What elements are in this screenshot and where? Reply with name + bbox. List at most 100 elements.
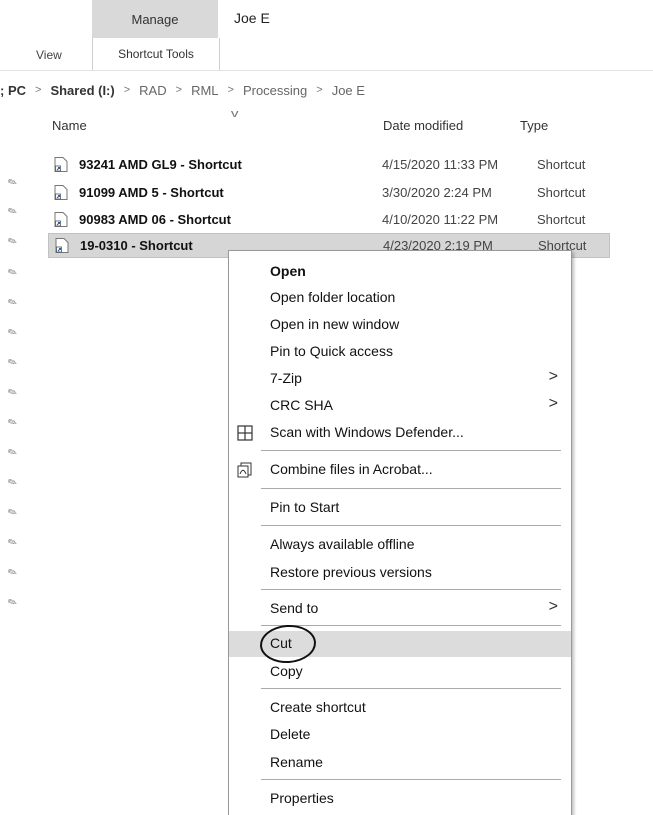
pin-icon[interactable]: ✎: [6, 355, 19, 371]
tab-view[interactable]: View: [36, 48, 62, 62]
column-header-type[interactable]: Type: [520, 118, 548, 133]
menu-item-pin-quick-access[interactable]: Pin to Quick access: [229, 339, 571, 365]
menu-item-label: Always available offline: [270, 536, 415, 552]
file-row[interactable]: 93241 AMD GL9 - Shortcut 4/15/2020 11:33…: [48, 153, 608, 176]
chevron-right-icon: >: [316, 84, 323, 96]
file-date: 3/30/2020 2:24 PM: [382, 185, 492, 200]
breadcrumb-item-current[interactable]: Joe E: [332, 83, 365, 98]
chevron-right-icon: >: [175, 84, 183, 96]
breadcrumb-item-rad[interactable]: RAD: [139, 83, 166, 98]
menu-item-create-shortcut[interactable]: Create shortcut: [229, 695, 571, 721]
shortcut-file-icon: [54, 157, 68, 172]
menu-item-label: Rename: [270, 754, 323, 770]
menu-item-combine-acrobat[interactable]: Combine files in Acrobat...: [229, 457, 571, 483]
context-menu: Open Open folder location Open in new wi…: [228, 250, 572, 815]
file-name: 90983 AMD 06 - Shortcut: [79, 212, 231, 227]
menu-separator: [261, 488, 561, 489]
menu-item-cut[interactable]: Cut: [229, 623, 571, 665]
menu-item-send-to[interactable]: Send to >: [229, 596, 571, 622]
file-type: Shortcut: [537, 157, 586, 172]
menu-separator: [261, 450, 561, 451]
tab-manage[interactable]: Manage: [92, 0, 218, 38]
menu-item-restore-versions[interactable]: Restore previous versions: [229, 560, 571, 586]
file-row[interactable]: 91099 AMD 5 - Shortcut 3/30/2020 2:24 PM…: [48, 181, 608, 204]
menu-item-label: Scan with Windows Defender...: [270, 424, 464, 440]
breadcrumb-item-pc[interactable]: ; PC: [0, 83, 26, 98]
submenu-arrow-icon: >: [548, 598, 558, 615]
column-header-date[interactable]: Date modified: [383, 118, 463, 133]
pin-icon[interactable]: ✎: [6, 505, 19, 521]
menu-item-scan-defender[interactable]: Scan with Windows Defender...: [229, 420, 571, 446]
column-header-name[interactable]: Name: [52, 118, 87, 133]
menu-item-label: Copy: [270, 663, 303, 679]
shortcut-file-icon: [54, 185, 68, 200]
pin-icon[interactable]: ✎: [6, 475, 19, 491]
menu-item-label: Properties: [270, 790, 334, 806]
menu-item-open[interactable]: Open: [229, 259, 571, 285]
ribbon-divider: [0, 70, 653, 71]
menu-item-open-folder-location[interactable]: Open folder location: [229, 285, 571, 311]
submenu-arrow-icon: >: [548, 368, 558, 385]
file-type: Shortcut: [537, 212, 586, 227]
menu-separator: [261, 525, 561, 526]
pin-icon[interactable]: ✎: [6, 204, 19, 220]
pin-icon[interactable]: ✎: [6, 445, 19, 461]
file-name: 93241 AMD GL9 - Shortcut: [79, 157, 242, 172]
breadcrumb-item-processing[interactable]: Processing: [243, 83, 307, 98]
submenu-arrow-icon: >: [548, 395, 558, 412]
menu-item-label: Send to: [270, 600, 319, 616]
pin-icon[interactable]: ✎: [6, 265, 19, 281]
breadcrumb: ; PC > Shared (I:) > RAD > RML > Process…: [0, 77, 653, 103]
menu-item-label: Create shortcut: [270, 699, 366, 715]
menu-item-label: 7-Zip: [270, 370, 302, 386]
menu-separator: [261, 625, 561, 626]
menu-item-always-offline[interactable]: Always available offline: [229, 532, 571, 558]
shortcut-file-icon: [55, 238, 69, 253]
menu-item-open-new-window[interactable]: Open in new window: [229, 312, 571, 338]
pin-icon[interactable]: ✎: [6, 565, 19, 581]
file-name: 91099 AMD 5 - Shortcut: [79, 185, 224, 200]
chevron-right-icon: >: [123, 84, 131, 96]
chevron-right-icon: >: [35, 84, 42, 96]
menu-separator: [261, 589, 561, 590]
breadcrumb-item-shared[interactable]: Shared (I:): [50, 83, 114, 98]
menu-item-label: CRC SHA: [270, 397, 334, 413]
menu-item-rename[interactable]: Rename: [229, 750, 571, 776]
sort-chevron-icon: v: [230, 108, 239, 120]
chevron-right-icon: >: [227, 84, 234, 96]
file-type: Shortcut: [537, 185, 586, 200]
pin-icon[interactable]: ✎: [6, 595, 19, 611]
menu-item-label: Delete: [270, 726, 311, 742]
breadcrumb-item-rml[interactable]: RML: [191, 83, 218, 98]
menu-item-properties[interactable]: Properties: [229, 786, 571, 812]
menu-item-label: Pin to Quick access: [270, 343, 393, 359]
menu-item-label: Open folder location: [270, 289, 396, 305]
file-name: 19-0310 - Shortcut: [80, 238, 193, 253]
acrobat-icon: [237, 462, 252, 478]
menu-item-pin-start[interactable]: Pin to Start: [229, 495, 571, 521]
defender-icon: [237, 425, 253, 441]
menu-item-7zip[interactable]: 7-Zip >: [229, 366, 571, 392]
shortcut-file-icon: [54, 212, 68, 227]
menu-item-label: Combine files in Acrobat...: [270, 461, 433, 477]
pin-icon[interactable]: ✎: [6, 175, 19, 191]
pin-icon[interactable]: ✎: [6, 295, 19, 311]
menu-item-label: Open in new window: [270, 316, 400, 332]
menu-separator: [261, 688, 561, 689]
menu-item-label: Open: [270, 263, 306, 279]
pin-icon[interactable]: ✎: [6, 415, 19, 431]
menu-item-crc-sha[interactable]: CRC SHA >: [229, 393, 571, 419]
tab-shortcut-tools[interactable]: Shortcut Tools: [92, 38, 220, 70]
pin-icon[interactable]: ✎: [6, 234, 19, 250]
pin-icon[interactable]: ✎: [6, 535, 19, 551]
menu-item-label: Restore previous versions: [270, 564, 432, 580]
window-title: Joe E: [234, 10, 270, 26]
menu-item-copy[interactable]: Copy: [229, 659, 571, 685]
menu-item-delete[interactable]: Delete: [229, 722, 571, 748]
pin-icon[interactable]: ✎: [6, 385, 19, 401]
menu-separator: [261, 779, 561, 780]
file-date: 4/10/2020 11:22 PM: [382, 212, 499, 227]
file-date: 4/15/2020 11:33 PM: [382, 157, 499, 172]
pin-icon[interactable]: ✎: [6, 325, 19, 341]
file-row[interactable]: 90983 AMD 06 - Shortcut 4/10/2020 11:22 …: [48, 208, 608, 231]
